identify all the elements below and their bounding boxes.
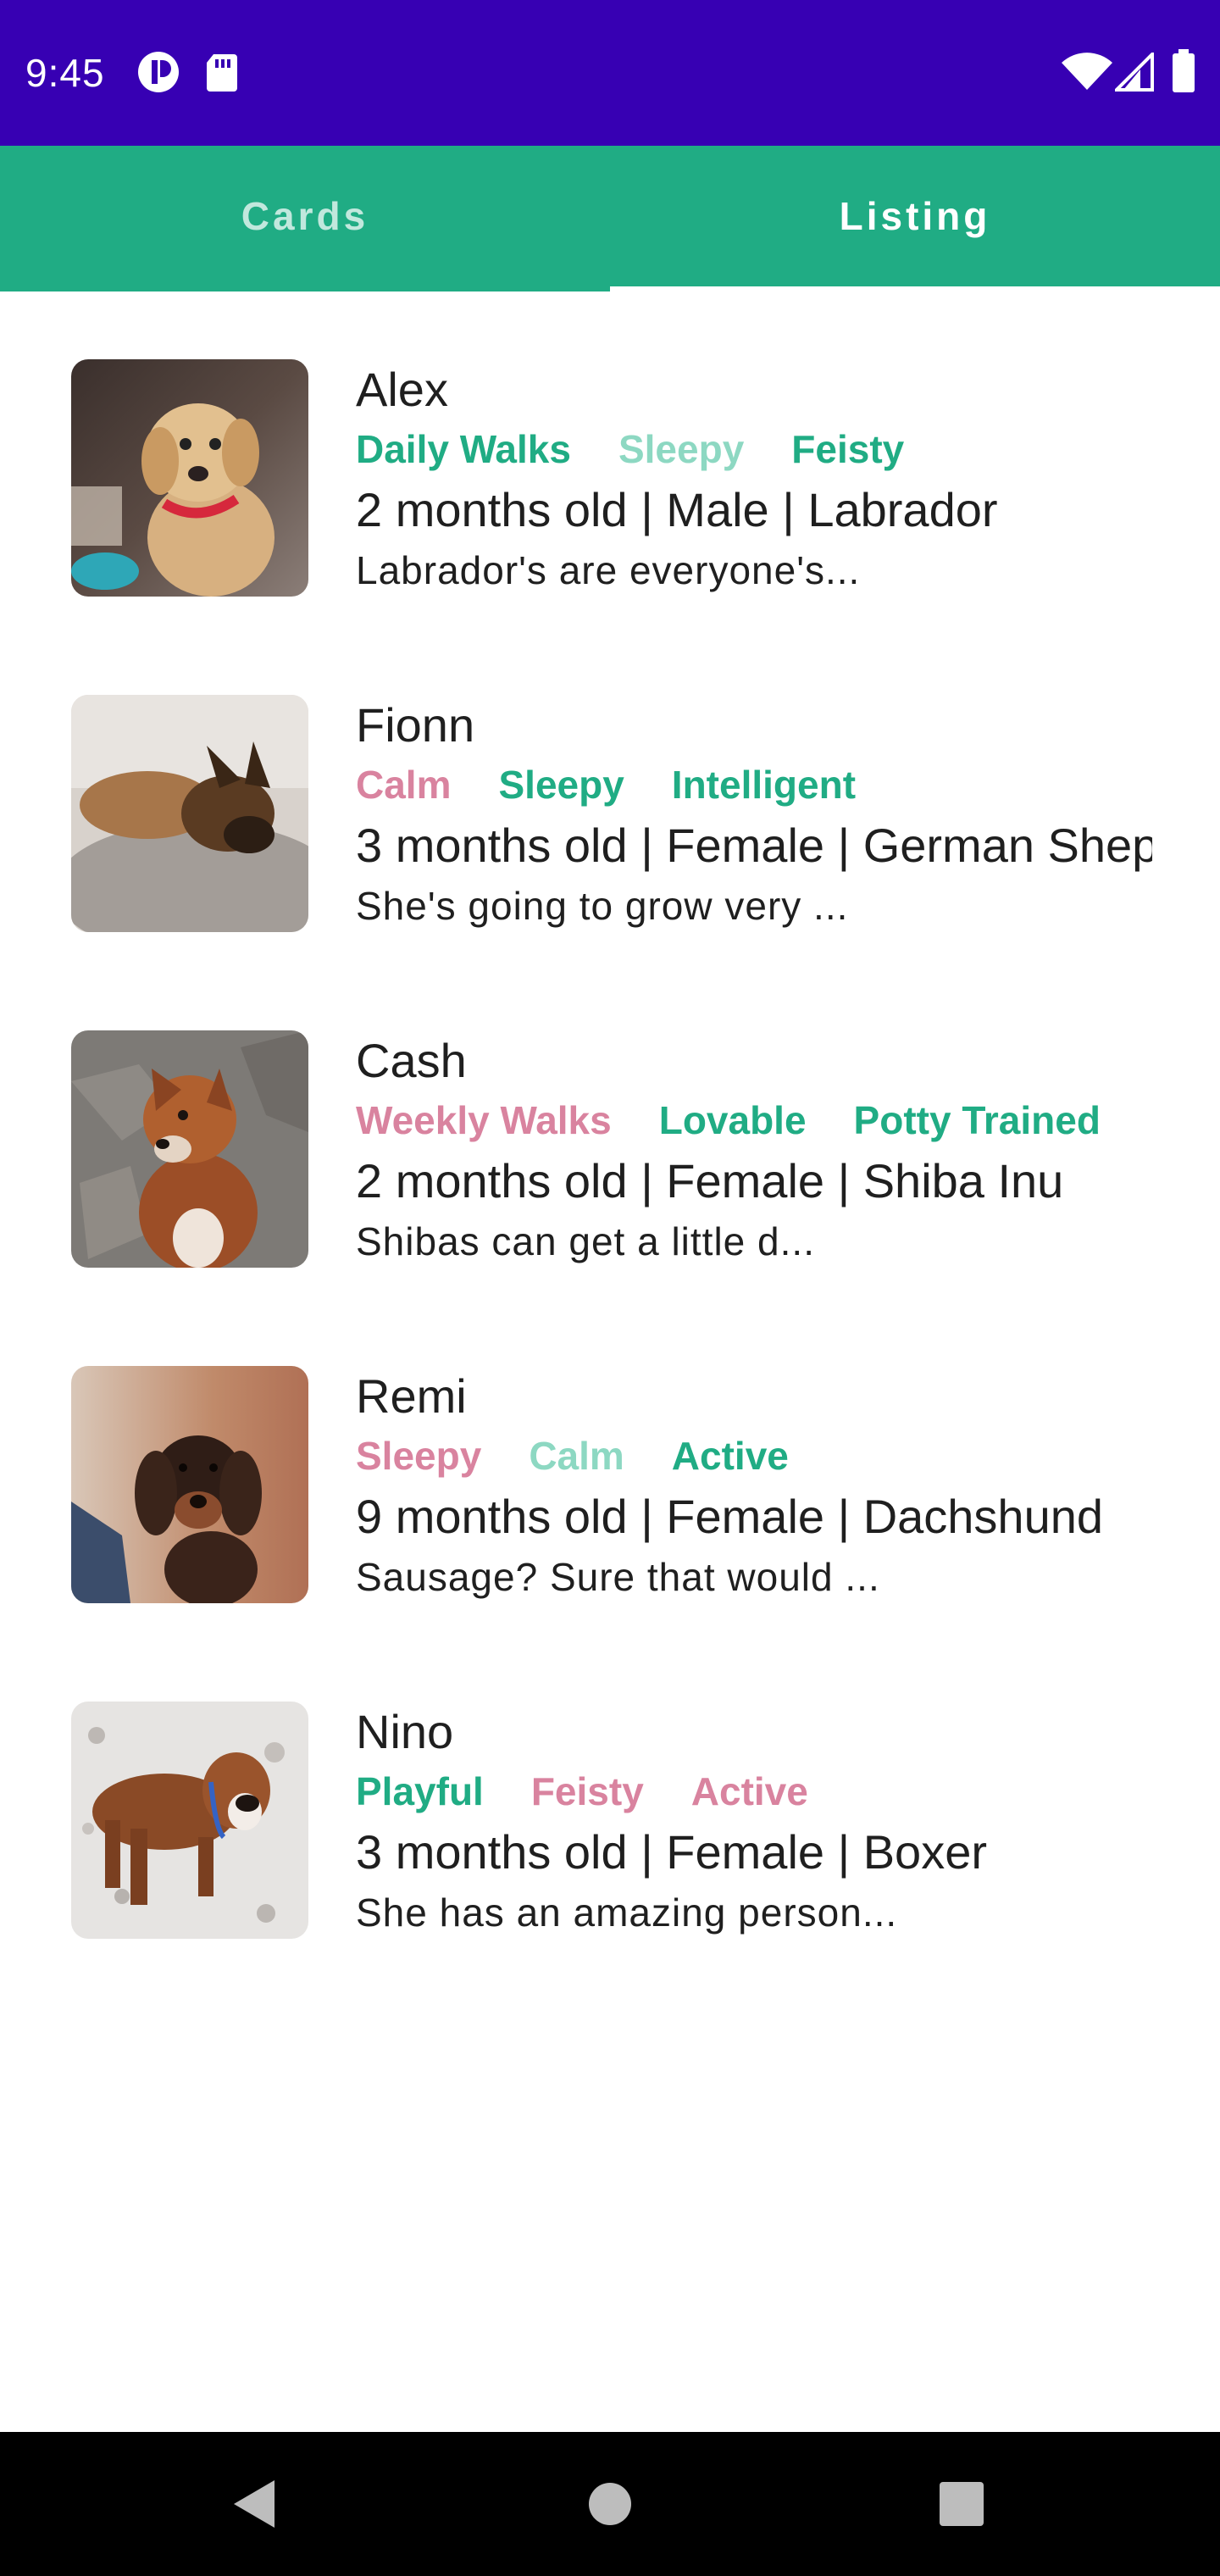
list-item[interactable]: Remi Sleepy Calm Active 9 months old | F…: [0, 1342, 1220, 1678]
list-item[interactable]: Alex Daily Walks Sleepy Feisty 2 months …: [0, 336, 1220, 671]
pet-tag: Active: [671, 1434, 789, 1478]
pet-tags: Sleepy Calm Active: [356, 1430, 789, 1481]
status-time: 9:45: [25, 51, 105, 95]
back-icon[interactable]: [186, 2432, 322, 2576]
pet-tag: Active: [690, 1769, 808, 1813]
pet-description: Shibas can get a little d...: [356, 1219, 815, 1263]
pet-photo: [71, 695, 308, 932]
pet-name: Cash: [356, 1034, 467, 1087]
pet-info: 2 months old | Female | Shiba Inu: [356, 1154, 1064, 1208]
pet-tag: Daily Walks: [356, 427, 571, 471]
pet-name: Nino: [356, 1705, 454, 1758]
pet-tag: Calm: [356, 763, 452, 807]
pet-info: 2 months old | Male | Labrador: [356, 483, 998, 536]
pet-info: 3 months old | Female | Boxer: [356, 1825, 987, 1879]
pet-tag: Weekly Walks: [356, 1098, 612, 1142]
app-notification-icon: [136, 49, 181, 99]
pet-tags: Playful Feisty Active: [356, 1766, 808, 1817]
pet-tag: Sleepy: [356, 1434, 482, 1478]
navigation-bar: [0, 2432, 1220, 2576]
pet-photo: [71, 1702, 308, 1939]
pet-tags: Daily Walks Sleepy Feisty: [356, 424, 904, 475]
pet-info: 3 months old | Female | German Shepherd: [356, 819, 1152, 872]
pet-tags: Calm Sleepy Intelligent: [356, 759, 856, 810]
wifi-icon: [1061, 53, 1113, 96]
pet-photo: [71, 1366, 308, 1603]
pet-tag: Sleepy: [498, 763, 624, 807]
battery-icon: [1171, 49, 1196, 97]
pet-tag: Playful: [356, 1769, 484, 1813]
home-icon[interactable]: [542, 2432, 678, 2576]
pet-name: Fionn: [356, 698, 475, 752]
pet-photo: [71, 359, 308, 597]
tab-bar: Cards Listing: [0, 146, 1220, 291]
list-item[interactable]: Cash Weekly Walks Lovable Potty Trained …: [0, 1007, 1220, 1342]
pet-description: Labrador's are everyone's...: [356, 548, 861, 592]
pet-description: Sausage? Sure that would ...: [356, 1555, 880, 1599]
status-bar: 9:45: [0, 0, 1220, 146]
list-item[interactable]: Nino Playful Feisty Active 3 months old …: [0, 1678, 1220, 2013]
recents-icon[interactable]: [894, 2432, 1029, 2576]
pet-info: 9 months old | Female | Dachshund: [356, 1490, 1103, 1543]
pet-tags: Weekly Walks Lovable Potty Trained: [356, 1095, 1101, 1146]
pet-tag: Sleepy: [618, 427, 745, 471]
tab-listing-label: Listing: [839, 194, 991, 238]
cell-signal-icon: [1112, 50, 1154, 96]
tab-cards[interactable]: Cards: [0, 146, 610, 286]
pet-photo: [71, 1030, 308, 1268]
pet-description: She's going to grow very ...: [356, 884, 849, 928]
pet-name: Remi: [356, 1369, 467, 1423]
tab-listing[interactable]: Listing: [610, 146, 1220, 286]
pet-description: She has an amazing person...: [356, 1890, 898, 1935]
pet-name: Alex: [356, 363, 448, 416]
pet-tag: Lovable: [658, 1098, 807, 1142]
list-item[interactable]: Fionn Calm Sleepy Intelligent 3 months o…: [0, 671, 1220, 1007]
pet-tag: Calm: [529, 1434, 624, 1478]
tab-indicator: [0, 285, 610, 291]
tab-cards-label: Cards: [241, 194, 369, 238]
pet-tag: Feisty: [791, 427, 905, 471]
pet-tag: Feisty: [530, 1769, 644, 1813]
pet-tag: Intelligent: [671, 763, 857, 807]
sd-card-icon: [203, 53, 241, 97]
pet-tag: Potty Trained: [853, 1098, 1101, 1142]
